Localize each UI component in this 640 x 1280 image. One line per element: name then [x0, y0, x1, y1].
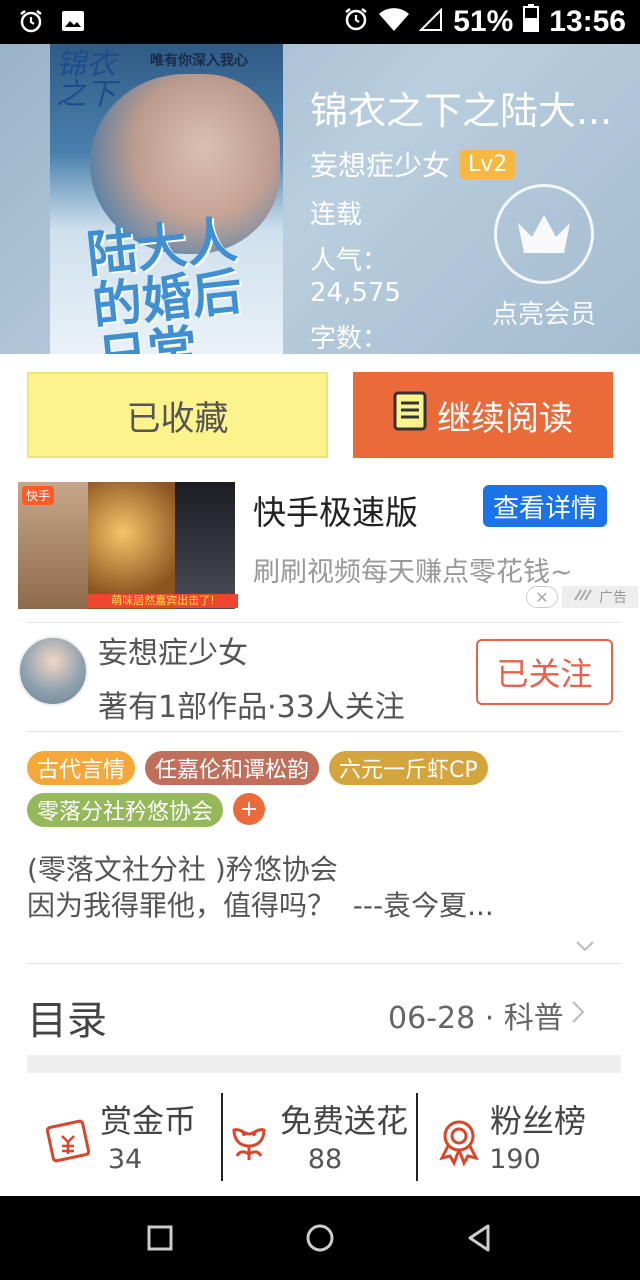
tag-chip[interactable]: 六元一斤虾CP — [329, 751, 488, 785]
continue-reading-button[interactable]: 继续阅读 — [353, 372, 613, 458]
author-avatar[interactable] — [18, 636, 88, 706]
ad-app-logo: 快手 — [22, 486, 55, 505]
tag-chip[interactable]: 零落分社矜悠协会 — [27, 793, 224, 827]
ad-photo-night — [175, 482, 235, 609]
book-cover[interactable]: 锦衣之下 唯有你深入我心 陆大人的婚后日常 — [50, 44, 283, 354]
book-title: 锦衣之下之陆大... — [310, 89, 613, 133]
catalog-row[interactable]: 06-28 · 科普 — [388, 993, 586, 1037]
continue-reading-label: 继续阅读 — [437, 398, 573, 439]
vip-button[interactable]: 点亮会员 — [488, 184, 600, 331]
ad-description: 刷刷视频每天赚点零花钱~ — [253, 557, 573, 588]
ad-title[interactable]: 快手极速版 — [253, 486, 418, 534]
vip-label: 点亮会员 — [491, 300, 596, 330]
system-nav-bar — [0, 1196, 640, 1280]
ad-image-banner: 萌味居然嘉宾出击了! — [88, 594, 238, 608]
alarm-icon — [343, 5, 369, 40]
crown-icon — [494, 184, 594, 284]
alarm-notification-icon — [18, 8, 44, 34]
ad-image[interactable]: 快手 萌味居然嘉宾出击了! — [18, 482, 238, 609]
chevron-down-icon[interactable] — [574, 935, 596, 957]
tag-list: 古代言情 任嘉伦和谭松韵 六元一斤虾CP 零落分社矜悠协会 + — [27, 751, 617, 827]
book-icon — [393, 391, 427, 440]
intro-line: 因为我得罪他，值得吗？ ---袁今夏... — [27, 889, 494, 922]
ad-tag-text: 广告 — [599, 590, 627, 606]
author-level-badge: Lv2 — [460, 149, 516, 179]
flower-icon — [224, 1116, 274, 1166]
catalog-latest: 06-28 · 科普 — [388, 1001, 564, 1036]
cover-series-mark: 锦衣之下 — [56, 47, 116, 112]
divider — [221, 1093, 223, 1181]
reward-label: 赏金币 — [100, 1102, 197, 1140]
book-meta: 连载 人气： 24,575 字数： — [310, 199, 401, 354]
wifi-icon — [379, 5, 410, 40]
home-icon[interactable] — [300, 1218, 340, 1258]
divider — [27, 731, 621, 732]
book-status: 连载 — [310, 200, 363, 230]
popularity-label: 人气： — [310, 246, 389, 276]
word-count-label: 字数： — [310, 324, 389, 354]
image-notification-icon — [60, 8, 86, 34]
book-intro[interactable]: (零落文社分社 )矜悠协会 因为我得罪他，值得吗？ ---袁今夏... — [27, 852, 494, 924]
send-flowers-button[interactable]: 免费送花 88 — [224, 1090, 414, 1190]
signal-icon — [418, 5, 443, 40]
tag-chip[interactable]: 任嘉伦和谭松韵 — [145, 751, 320, 785]
reward-coins-button[interactable]: 赏金币 34 — [44, 1090, 214, 1190]
battery-percent: 51% — [453, 5, 514, 38]
ad-photo-bokeh — [88, 482, 175, 609]
favorited-button[interactable]: 已收藏 — [27, 372, 328, 458]
catalog-title[interactable]: 目录 — [27, 988, 107, 1046]
author-card-stats: 著有1部作品·33人关注 — [98, 690, 405, 725]
popularity-value: 24,575 — [310, 278, 401, 308]
back-icon[interactable] — [460, 1218, 500, 1258]
ad-label: 广告 — [562, 586, 638, 608]
ad-photo-cat: 快手 — [18, 482, 88, 609]
chevron-right-icon — [570, 998, 586, 1033]
followed-button[interactable]: 已关注 — [476, 639, 613, 705]
divider — [416, 1093, 418, 1181]
book-header: 锦衣之下 唯有你深入我心 陆大人的婚后日常 锦衣之下之陆大... 妄想症少女 L… — [0, 44, 640, 354]
cover-tagline: 唯有你深入我心 — [150, 53, 248, 69]
ad-network-icon — [573, 589, 595, 605]
fan-ranking-button[interactable]: 粉丝榜 190 — [434, 1090, 614, 1190]
add-tag-button[interactable]: + — [233, 793, 266, 825]
divider — [27, 622, 621, 623]
clock: 13:56 — [549, 5, 626, 38]
fans-value: 190 — [489, 1144, 541, 1175]
author-card-name[interactable]: 妄想症少女 — [98, 628, 248, 672]
fans-label: 粉丝榜 — [490, 1102, 587, 1140]
status-bar: 51% 13:56 — [0, 0, 640, 44]
book-author[interactable]: 妄想症少女 — [310, 144, 450, 184]
battery-icon — [523, 4, 540, 40]
cover-title: 陆大人的婚后日常 — [83, 209, 245, 354]
ad-detail-button[interactable]: 查看详情 — [483, 485, 607, 527]
divider — [27, 963, 621, 964]
intro-line: (零落文社分社 )矜悠协会 — [27, 853, 338, 886]
section-separator — [27, 1055, 621, 1073]
tag-chip[interactable]: 古代言情 — [27, 751, 136, 785]
flowers-label: 免费送花 — [280, 1102, 409, 1140]
reward-value: 34 — [107, 1144, 143, 1175]
ad-close-icon[interactable]: ✕ — [526, 586, 558, 608]
recents-icon[interactable] — [140, 1218, 180, 1258]
stats-bar: 赏金币 34 免费送花 88 粉丝榜 190 — [0, 1090, 640, 1190]
flowers-value: 88 — [307, 1144, 343, 1175]
